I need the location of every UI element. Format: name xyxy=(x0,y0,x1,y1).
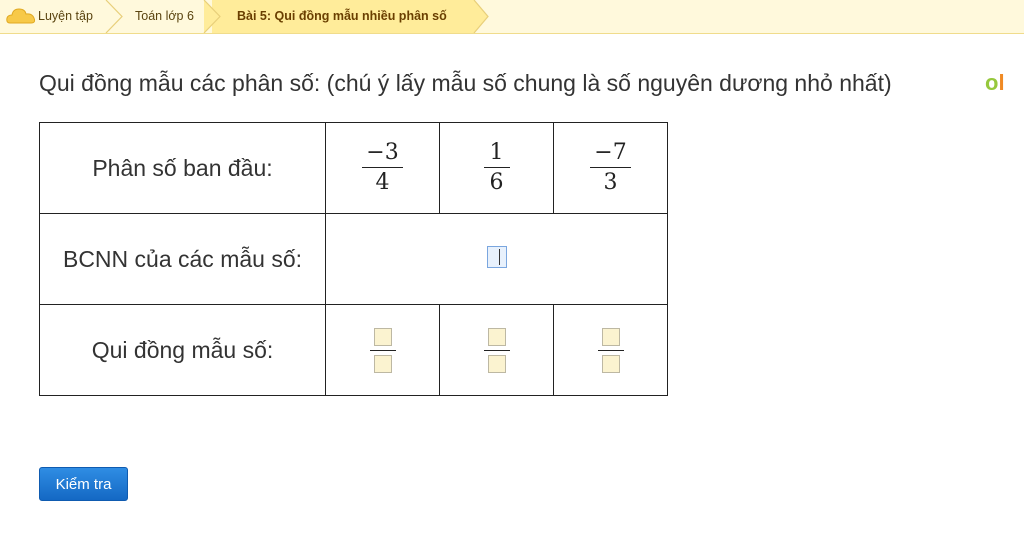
original-fraction-cell: 16 xyxy=(439,122,554,214)
answer-fraction xyxy=(597,327,624,373)
row-label-result: Qui đồng mẫu số: xyxy=(39,304,326,396)
chevron-right-icon xyxy=(105,0,123,33)
site-logo: ol xyxy=(985,70,1005,95)
table-row: Phân số ban đầu: −3 4 16 −7 3 xyxy=(39,122,668,214)
chevron-right-icon xyxy=(470,0,489,33)
fraction: −3 4 xyxy=(362,142,403,194)
denominator-input[interactable] xyxy=(487,354,506,373)
fraction-table: Phân số ban đầu: −3 4 16 −7 3 BCNN của các… xyxy=(39,122,668,396)
table-row: Qui đồng mẫu số: xyxy=(39,304,668,396)
original-fraction-cell: −3 4 xyxy=(325,122,440,214)
question-text: Qui đồng mẫu các phân số: (chú ý lấy mẫu… xyxy=(39,70,892,96)
row-label-original: Phân số ban đầu: xyxy=(39,122,326,214)
fraction: −7 3 xyxy=(590,142,631,194)
answer-fraction xyxy=(369,327,396,373)
answer-cell xyxy=(553,304,668,396)
fraction: 16 xyxy=(483,142,510,194)
breadcrumb: Luyện tập Toán lớp 6 Bài 5: Qui đồng mẫu… xyxy=(0,0,1024,34)
numerator-input[interactable] xyxy=(601,327,620,346)
lcm-cell xyxy=(325,213,668,305)
cloud-icon xyxy=(6,8,36,24)
numerator-input[interactable] xyxy=(373,327,392,346)
lcm-input[interactable] xyxy=(486,246,507,268)
denominator-input[interactable] xyxy=(601,354,620,373)
answer-fraction xyxy=(483,327,510,373)
row-label-lcm: BCNN của các mẫu số: xyxy=(39,213,326,305)
breadcrumb-item-luyen-tap[interactable]: Luyện tập xyxy=(38,0,93,33)
chevron-right-icon xyxy=(203,0,221,33)
breadcrumb-item-bai-5[interactable]: Bài 5: Qui đồng mẫu nhiều phân số xyxy=(237,0,447,33)
check-button[interactable]: Kiểm tra xyxy=(39,467,128,501)
breadcrumb-item-toan-lop-6[interactable]: Toán lớp 6 xyxy=(135,0,194,33)
table-row: BCNN của các mẫu số: xyxy=(39,213,668,305)
answer-cell xyxy=(325,304,440,396)
answer-cell xyxy=(439,304,554,396)
original-fraction-cell: −7 3 xyxy=(553,122,668,214)
denominator-input[interactable] xyxy=(373,354,392,373)
numerator-input[interactable] xyxy=(487,327,506,346)
